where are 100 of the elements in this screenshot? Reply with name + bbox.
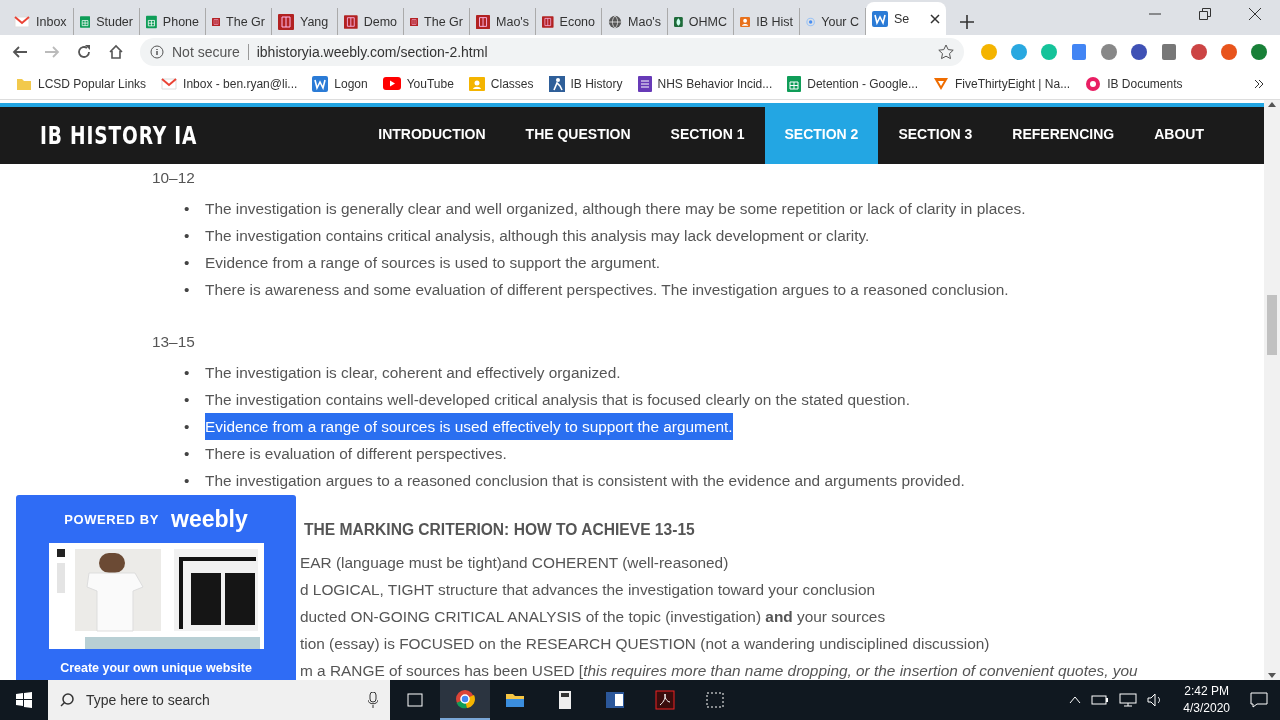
globe-icon	[608, 13, 623, 30]
notification-icon[interactable]	[1250, 692, 1268, 708]
spreadsheet-icon	[787, 75, 802, 92]
search-field[interactable]: Type here to search	[84, 691, 358, 709]
star-icon[interactable]	[938, 43, 954, 60]
nav-link[interactable]: SECTION 1	[650, 103, 765, 164]
url-text: ibhistoryia.weebly.com/section-2.html	[256, 43, 488, 60]
criterion-text: Evidence from a range of sources is used effectively to support the argument.	[205, 413, 733, 440]
clock[interactable]: 2:42 PM 4/3/2020	[1183, 683, 1230, 717]
book-icon	[344, 13, 358, 30]
powered-by-label: POWERED BY	[64, 512, 160, 527]
bookmark[interactable]: Logon	[312, 75, 368, 92]
chrome-icon[interactable]	[455, 689, 475, 709]
scroll-down-icon[interactable]	[1268, 673, 1276, 678]
w-logo-icon	[312, 75, 329, 92]
bookmark[interactable]: IB Documents	[1085, 75, 1183, 92]
bookmark[interactable]: Classes	[468, 76, 534, 91]
site-title[interactable]: IB HISTORY IA	[40, 121, 198, 150]
search-box[interactable]: Type here to search	[48, 680, 390, 720]
bookmark[interactable]: NHS Behavior Incid...	[637, 75, 773, 92]
info-icon	[150, 44, 164, 59]
bullet-marker: •	[184, 226, 191, 246]
cta-text: Create your own unique website	[60, 661, 252, 675]
date-text: 4/3/2020	[1183, 700, 1230, 717]
search-icon	[60, 693, 74, 707]
pdf-icon[interactable]	[655, 690, 675, 710]
criterion-text: Evidence from a range of sources is used to support the argument.	[205, 253, 661, 273]
reload-icon[interactable]	[76, 43, 92, 60]
classroom-icon	[468, 76, 485, 91]
microphone-icon[interactable]	[368, 692, 378, 708]
scroll-up-icon[interactable]	[1268, 102, 1276, 107]
bookmark[interactable]: Detention - Google...	[787, 75, 918, 92]
criterion-text: There is awareness and some evaluation of different perspectives. The investigation argues to a reasoned conclusion.	[205, 280, 1009, 300]
book-icon	[542, 13, 554, 30]
task-view-icon[interactable]	[405, 690, 425, 710]
folder-icon	[16, 76, 32, 91]
bullet-marker: •	[184, 444, 191, 464]
bullet-marker: •	[184, 280, 191, 300]
weebly-logo: weebly	[171, 506, 248, 533]
criterion-line: m a RANGE of sources has been USED [this requires more than name dropping, or the insertion of convenient quotes, you	[300, 661, 1139, 680]
bullet-marker: •	[184, 199, 191, 219]
word-icon[interactable]	[605, 690, 625, 710]
section-heading: THE MARKING CRITERION: HOW TO ACHIEVE 13-15	[303, 520, 696, 540]
bullet-marker: •	[184, 363, 191, 383]
fox-icon	[933, 76, 949, 91]
figure-icon	[548, 75, 565, 92]
criterion-line: EAR (language must be tight)and COHERENT (well-reasoned)	[300, 553, 730, 573]
bookmark[interactable]: Inbox - ben.ryan@li...	[161, 76, 298, 91]
book-icon	[476, 13, 491, 30]
close-icon[interactable]	[930, 13, 940, 24]
browser-tab[interactable]: Se	[866, 2, 946, 35]
nav-link[interactable]: ABOUT	[1134, 103, 1224, 164]
criterion-text: The investigation contains well-developed critical analysis that is focused clearly on the stated question.	[205, 390, 910, 410]
bookmark[interactable]: FiveThirtyEight | Na...	[933, 76, 1071, 91]
windows-icon[interactable]	[16, 692, 32, 708]
scrollbar-thumb[interactable]	[1267, 295, 1277, 355]
criterion-line: ducted ON-GOING CRITICAL ANALYSIS of the topic (investigation) and your sources	[300, 607, 887, 627]
bullet-marker: •	[184, 390, 191, 410]
time-text: 2:42 PM	[1184, 683, 1229, 700]
mail-icon	[161, 77, 178, 90]
flower-icon	[1085, 75, 1102, 92]
bookmark[interactable]: IB History	[548, 75, 623, 92]
criterion-text: There is evaluation of different perspectives.	[205, 444, 507, 464]
weebly-banner[interactable]: POWERED BY weebly Create your own unique website	[16, 495, 296, 680]
back-icon[interactable]	[12, 43, 28, 60]
criterion-text: The investigation argues to a reasoned conclusion that is consistent with the evidence and arguments provided.	[205, 471, 965, 491]
more-icon[interactable]	[1254, 78, 1264, 89]
security-label: Not secure	[172, 43, 240, 60]
criterion-line: d LOGICAL, TIGHT structure that advances the investigation toward your conclusion	[300, 580, 877, 600]
mail-icon	[14, 15, 30, 28]
spreadsheet-icon	[146, 13, 157, 30]
bookmark[interactable]: LCSD Popular Links	[16, 76, 147, 91]
form-icon	[637, 75, 652, 92]
scrollbar[interactable]	[1264, 100, 1280, 680]
home-icon[interactable]	[108, 43, 124, 60]
criterion-text: The investigation is clear, coherent and effectively organized.	[205, 363, 621, 383]
nav-link[interactable]: INTRODUCTION	[358, 103, 506, 164]
bullet-marker: •	[184, 417, 191, 437]
network-icon[interactable]	[1119, 693, 1138, 707]
criterion-text: The investigation contains critical analysis, although this analysis may lack development or clarity.	[205, 226, 870, 246]
battery-icon[interactable]	[1091, 694, 1110, 706]
nav-link[interactable]: THE QUESTION	[505, 103, 651, 164]
spreadsheet-icon	[80, 13, 91, 30]
w-logo-icon	[872, 10, 888, 27]
criterion-text: The investigation is generally clear and well organized, although there may be some repetition or lack of clarity in places.	[205, 199, 1026, 219]
bullet-marker: •	[184, 471, 191, 491]
criterion-line: tion (essay) is FOCUSED on the RESEARCH QUESTION (not a wandering undisciplined discussion)	[300, 634, 991, 654]
bookmark[interactable]: YouTube	[382, 76, 454, 91]
address-bar[interactable]: Not secure ibhistoryia.weebly.com/section-2.html	[140, 37, 964, 66]
play-icon	[382, 77, 401, 90]
close-icon[interactable]	[1249, 8, 1261, 20]
new-tab-icon[interactable]	[960, 15, 974, 29]
score-heading: 10–12	[152, 168, 196, 188]
restore-icon[interactable]	[1199, 8, 1211, 20]
nav-link[interactable]: REFERENCING	[992, 103, 1135, 164]
nav-link[interactable]: SECTION 3	[878, 103, 993, 164]
bullet-marker: •	[184, 253, 191, 273]
snipping-icon[interactable]	[705, 690, 725, 710]
book-icon	[278, 13, 294, 30]
chevron-up-icon[interactable]	[1069, 696, 1082, 704]
